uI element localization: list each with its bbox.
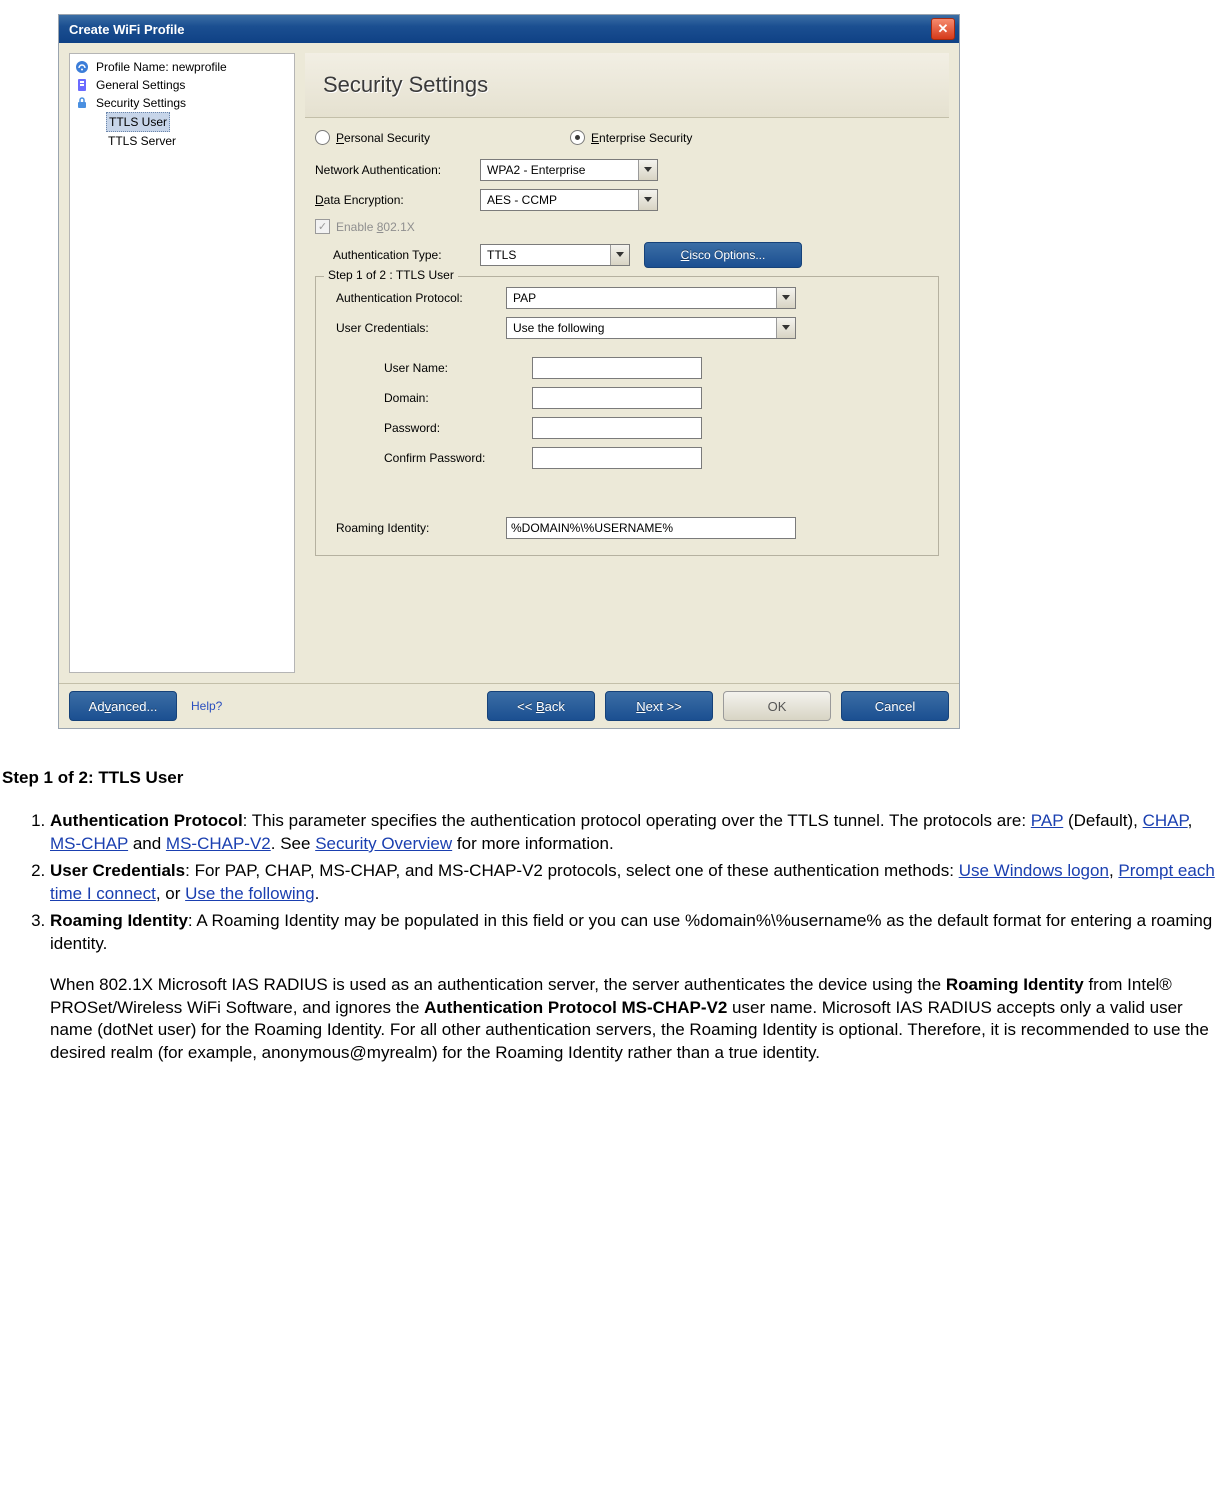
chevron-down-icon <box>610 245 629 265</box>
button-label: << Back<< Back <box>517 699 565 714</box>
doc-heading: Step 1 of 2: TTLS User <box>2 767 1222 790</box>
cisco-options-button[interactable]: Cisco Options...Cisco Options... <box>644 242 802 268</box>
button-label: Cisco Options...Cisco Options... <box>681 248 766 262</box>
label-data-encryption: Data Encryption:Data Encryption: <box>315 193 480 207</box>
combo-value: AES - CCMP <box>487 193 557 207</box>
back-button[interactable]: << Back<< Back <box>487 691 595 721</box>
label-user-credentials: User Credentials: <box>324 321 506 335</box>
chevron-down-icon <box>776 288 795 308</box>
button-label: OK <box>768 699 787 714</box>
label-auth-protocol: Authentication Protocol: <box>324 291 506 305</box>
combo-value: TTLS <box>487 248 516 262</box>
tree-item-ttls-user[interactable]: TTLS User <box>72 112 292 132</box>
label-username: User Name: <box>324 361 532 375</box>
sidebar-tree: Profile Name: newprofile General Setting… <box>69 53 295 673</box>
radio-label: PPersonal Securityersonal Security <box>336 131 430 145</box>
combo-value: Use the following <box>513 321 604 335</box>
titlebar: Create WiFi Profile ✕ <box>59 15 959 43</box>
tree-label: General Settings <box>94 76 187 94</box>
lock-icon <box>74 95 90 111</box>
wifi-icon <box>74 59 90 75</box>
radio-personal[interactable]: PPersonal Securityersonal Security <box>315 130 570 145</box>
checkbox-icon: ✓ <box>315 219 330 234</box>
chevron-down-icon <box>638 190 657 210</box>
tree-label: Profile Name: newprofile <box>94 58 229 76</box>
button-label: Cancel <box>875 699 915 714</box>
tree-item-profile[interactable]: Profile Name: newprofile <box>72 58 292 76</box>
window-title: Create WiFi Profile <box>69 22 184 37</box>
close-button[interactable]: ✕ <box>931 18 955 40</box>
combo-auth-protocol[interactable]: PAP <box>506 287 796 309</box>
panel-header: Security Settings <box>305 53 949 118</box>
tree-item-security[interactable]: Security Settings <box>72 94 292 112</box>
checkbox-enable-8021x: ✓ Enable 802.1XEnable 802.1X <box>315 219 939 234</box>
input-domain[interactable] <box>532 387 702 409</box>
doc-item-auth-protocol: Authentication Protocol: This parameter … <box>50 810 1222 856</box>
next-button[interactable]: Next >>Next >> <box>605 691 713 721</box>
panel-title: Security Settings <box>323 72 488 98</box>
label-auth-type: Authentication Type: <box>333 248 480 262</box>
step-fieldset: Step 1 of 2 : TTLS User Authentication P… <box>315 276 939 556</box>
doc-item-user-credentials: User Credentials: For PAP, CHAP, MS-CHAP… <box>50 860 1222 906</box>
combo-user-credentials[interactable]: Use the following <box>506 317 796 339</box>
dialog-footer: Advanced...Advanced... Help? << Back<< B… <box>59 683 959 728</box>
doc-item-roaming-identity: Roaming Identity: A Roaming Identity may… <box>50 910 1222 1066</box>
link-mschapv2[interactable]: MS-CHAP-V2 <box>166 834 271 853</box>
chevron-down-icon <box>776 318 795 338</box>
checkbox-label: Enable 802.1XEnable 802.1X <box>336 220 415 234</box>
label-password: Password: <box>324 421 532 435</box>
radio-icon <box>570 130 585 145</box>
help-link[interactable]: Help? <box>191 699 222 713</box>
link-security-overview[interactable]: Security Overview <box>315 834 452 853</box>
input-roaming-identity[interactable] <box>506 517 796 539</box>
label-roaming-identity: Roaming Identity: <box>324 521 506 535</box>
link-mschap[interactable]: MS-CHAP <box>50 834 128 853</box>
label-domain: Domain: <box>324 391 532 405</box>
tree-label: TTLS Server <box>106 132 178 150</box>
tree-label: Security Settings <box>94 94 188 112</box>
fieldset-legend: Step 1 of 2 : TTLS User <box>324 268 458 282</box>
combo-auth-type[interactable]: TTLS <box>480 244 630 266</box>
combo-value: PAP <box>513 291 536 305</box>
chevron-down-icon <box>638 160 657 180</box>
settings-icon <box>74 77 90 93</box>
link-chap[interactable]: CHAP <box>1143 811 1188 830</box>
tree-item-ttls-server[interactable]: TTLS Server <box>72 132 292 150</box>
label-confirm-password: Confirm Password: <box>324 451 532 465</box>
main-panel: Security Settings PPersonal Securityerso… <box>305 53 949 673</box>
link-windows-logon[interactable]: Use Windows logon <box>959 861 1109 880</box>
advanced-button[interactable]: Advanced...Advanced... <box>69 691 177 721</box>
tree-label: TTLS User <box>106 112 170 132</box>
ok-button[interactable]: OK <box>723 691 831 721</box>
link-use-following[interactable]: Use the following <box>185 884 314 903</box>
link-pap[interactable]: PAP <box>1031 811 1063 830</box>
doc-body: Step 1 of 2: TTLS User Authentication Pr… <box>0 743 1230 1065</box>
combo-value: WPA2 - Enterprise <box>487 163 585 177</box>
input-confirm-password[interactable] <box>532 447 702 469</box>
radio-icon <box>315 130 330 145</box>
radio-label: Enterprise SecurityEnterprise Security <box>591 131 692 145</box>
input-username[interactable] <box>532 357 702 379</box>
button-label: Next >>Next >> <box>636 699 682 714</box>
tree-item-general[interactable]: General Settings <box>72 76 292 94</box>
button-label: Advanced...Advanced... <box>89 699 158 714</box>
dialog-window: Create WiFi Profile ✕ Profile Name: newp… <box>58 14 960 729</box>
combo-network-auth[interactable]: WPA2 - Enterprise <box>480 159 658 181</box>
combo-data-encryption[interactable]: AES - CCMP <box>480 189 658 211</box>
radio-enterprise[interactable]: Enterprise SecurityEnterprise Security <box>570 130 825 145</box>
label-network-auth: Network Authentication: <box>315 163 480 177</box>
input-password[interactable] <box>532 417 702 439</box>
cancel-button[interactable]: Cancel <box>841 691 949 721</box>
close-icon: ✕ <box>938 21 949 37</box>
